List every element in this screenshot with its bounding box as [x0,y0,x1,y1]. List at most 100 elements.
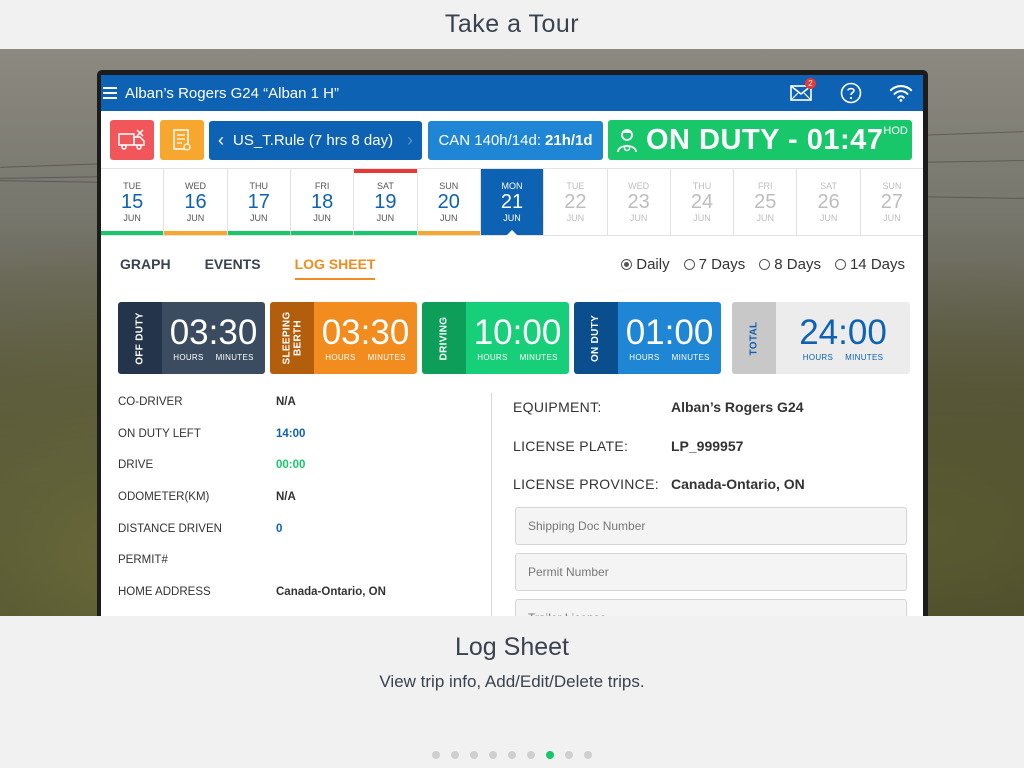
caption-subtitle: View trip info, Add/Edit/Delete trips. [379,672,645,691]
date-number: 19 [374,191,397,213]
app-bar: Alban’s Rogers G24 “Alban 1 H” 2 [101,75,923,111]
vehicle-title: Alban’s Rogers G24 “Alban 1 H” [125,84,339,102]
menu-icon[interactable] [103,87,117,99]
can-label: CAN 140h/14d: [438,132,542,149]
column-divider [491,393,492,616]
shipping-doc-field[interactable] [515,507,907,545]
date-weekday: MON [501,181,523,191]
pager-dot[interactable] [508,751,516,759]
range-8-days[interactable]: 8 Days [759,256,821,273]
date-weekday: THU [249,181,269,191]
document-icon-button[interactable] [160,120,204,160]
date-cell[interactable]: THU 24 JUN [671,169,735,235]
date-weekday: WED [184,181,206,191]
driving-value: 10:00 [473,312,562,352]
status-marker [354,231,417,235]
date-number: 17 [247,191,270,213]
pager-dot[interactable] [451,751,459,759]
detail-row: DRIVE 00:00 [118,459,306,472]
total-value: 24:00 [799,312,887,352]
date-cell[interactable]: SAT 19 JUN [354,169,418,235]
date-cell[interactable]: THU 17 JUN [227,169,291,235]
date-weekday: SAT [376,181,394,191]
trailer-license-field[interactable] [515,599,907,616]
mail-badge: 2 [805,78,816,89]
date-month: JUN [756,213,775,223]
total-card: TOTAL 24:00 HOURS MINUTES [732,302,910,374]
date-weekday: FRI [314,181,330,191]
date-cell[interactable]: FRI 18 JUN [290,169,355,235]
status-bar: ‹ US_T.Rule (7 hrs 8 day) › CAN 140h/14d… [101,111,923,168]
date-number: 23 [627,191,650,213]
date-month: JUN [376,213,395,223]
rule-selector[interactable]: ‹ US_T.Rule (7 hrs 8 day) › [209,121,422,160]
date-cell[interactable]: FRI 25 JUN [734,169,798,235]
duty-status-button[interactable]: ON DUTY - 01:47 HOD [608,120,912,160]
date-weekday: SAT [820,181,838,191]
alert-marker [354,169,417,173]
detail-row: PERMIT# [118,554,168,567]
date-number: 18 [310,191,334,213]
tour-caption: Log Sheet View trip info, Add/Edit/Delet… [0,616,1024,768]
pager-dot[interactable] [584,751,592,759]
pager-dot[interactable] [432,751,440,759]
radio-icon [683,259,695,270]
pager-dot[interactable] [527,751,535,759]
wifi-icon[interactable] [889,81,913,105]
date-cell[interactable]: SUN 27 JUN [861,169,923,235]
status-marker [101,231,164,235]
can-value: 21h/1d [545,132,593,149]
can-cycle-badge: CAN 140h/14d: 21h/1d [428,121,603,160]
tour-header: Take a Tour [0,0,1024,49]
date-cell[interactable]: TUE 15 JUN [101,169,165,235]
date-number: 25 [754,191,777,213]
date-month: JUN [629,213,648,223]
pager-dot[interactable] [470,751,478,759]
date-weekday: WED [628,181,650,191]
date-cell[interactable]: WED 16 JUN [164,169,228,235]
date-month: JUN [186,213,205,223]
pager-dot[interactable] [565,751,573,759]
detail-row: ODOMETER(KM) N/A [118,490,296,503]
date-number: 16 [184,191,207,213]
date-cell[interactable]: SAT 26 JUN [797,169,861,235]
selected-caret-icon [506,230,519,236]
off-duty-value: 03:30 [169,312,258,352]
date-cell[interactable]: TUE 22 JUN [544,169,608,235]
rule-label: US_T.Rule (7 hrs 8 day) [233,132,394,149]
tab-events[interactable]: EVENTS [205,256,261,280]
help-icon[interactable] [839,81,863,105]
range-14-days[interactable]: 14 Days [834,256,905,273]
pager-dot[interactable] [546,751,554,759]
date-number: 26 [817,191,840,213]
range-7-days[interactable]: 7 Days [683,256,745,273]
pager-dot[interactable] [489,751,497,759]
date-weekday: SUN [439,181,459,191]
driver-icon [608,127,646,153]
detail-row: ON DUTY LEFT 14:00 [118,427,306,440]
permit-number-field[interactable] [515,553,907,591]
date-cell[interactable]: WED 23 JUN [608,169,671,235]
chevron-right-icon[interactable]: › [398,130,422,151]
date-number: 20 [437,191,460,213]
tab-graph[interactable]: GRAPH [120,256,171,280]
permit-number-input[interactable] [528,565,906,579]
date-cell[interactable]: SUN 20 JUN [417,169,481,235]
view-tabs: GRAPH EVENTS LOG SHEET [120,256,376,280]
equipment-row: EQUIPMENT: Alban’s Rogers G24 [513,399,804,416]
date-month: JUN [250,213,268,223]
shipping-doc-input[interactable] [528,519,906,533]
date-number: 27 [880,191,904,213]
mail-icon[interactable]: 2 [789,78,816,105]
radio-icon [834,259,846,270]
date-number: 21 [500,191,524,213]
range-daily[interactable]: Daily [621,256,670,273]
tab-log-sheet[interactable]: LOG SHEET [294,256,376,280]
sleeping-berth-card: SLEEPING BERTH 03:30 HOURS MINUTES [270,302,417,374]
date-month: JUN [819,213,838,223]
status-marker [227,231,290,235]
detail-row: DISTANCE DRIVEN 0 [118,522,283,535]
chevron-left-icon[interactable]: ‹ [209,130,233,151]
date-cell[interactable]: MON 21 JUN [480,169,545,236]
truck-alert-button[interactable] [110,120,154,160]
